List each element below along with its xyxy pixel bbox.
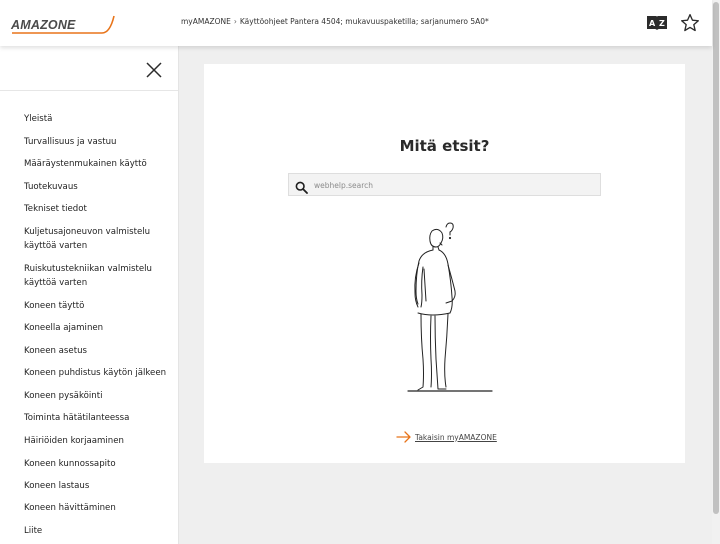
sidebar-item-koneella-ajaminen[interactable]: Koneella ajaminen	[24, 321, 174, 335]
search-input[interactable]	[314, 177, 594, 193]
sidebar-item-turvallisuus[interactable]: Turvallisuus ja vastuu	[24, 135, 174, 149]
sidebar-item-hairioiden-korjaaminen[interactable]: Häiriöiden korjaaminen	[24, 434, 174, 448]
breadcrumb-separator: ›	[233, 17, 237, 26]
sidebar-item-toiminta-hatatilanteessa[interactable]: Toiminta hätätilanteessa	[24, 411, 174, 425]
sidebar-item-tuotekuvaus[interactable]: Tuotekuvaus	[24, 180, 174, 194]
breadcrumb: myAMAZONE › Käyttöohjeet Pantera 4504; muk…	[181, 17, 489, 26]
sidebar-item-tekniset-tiedot[interactable]: Tekniset tiedot	[24, 202, 174, 216]
search-box[interactable]	[288, 173, 601, 196]
search-card: Mitä etsit? webhelp.search Takaisin myAM…	[204, 64, 685, 463]
top-header: AMAZONE myAMAZONE › Käyttöohjeet Pantera 4…	[0, 0, 712, 46]
sidebar-item-yleista[interactable]: Yleistä	[24, 112, 174, 126]
svg-text:A: A	[649, 19, 656, 28]
search-icon	[295, 179, 308, 194]
close-icon[interactable]	[144, 60, 164, 80]
breadcrumb-item-myamazone[interactable]: myAMAZONE	[181, 17, 231, 26]
sidebar-item-kuljetusajoneuvon[interactable]: Kuljetusajoneuvon valmistelu käyttöä var…	[24, 225, 174, 253]
sidebar-item-koneen-asetus[interactable]: Koneen asetus	[24, 344, 174, 358]
thinking-person-illustration	[394, 219, 494, 399]
sidebar-item-koneen-havittaminen[interactable]: Koneen hävittäminen	[24, 501, 174, 515]
sidebar-item-koneen-puhdistus[interactable]: Koneen puhdistus käytön jälkeen	[24, 366, 174, 380]
sidebar-item-koneen-lastaus[interactable]: Koneen lastaus	[24, 479, 174, 493]
back-to-myamazone-link[interactable]: Takaisin myAMAZONE	[396, 431, 497, 443]
scrollbar-thumb[interactable]	[713, 2, 719, 514]
language-dictionary-icon[interactable]: A Z	[645, 11, 669, 35]
sidebar-item-liite[interactable]: Liite	[24, 524, 174, 538]
page-scrollbar[interactable]	[712, 0, 720, 544]
svg-text:Z: Z	[659, 19, 665, 28]
breadcrumb-item-manual[interactable]: Käyttöohjeet Pantera 4504; mukavuuspaket…	[240, 17, 489, 26]
sidebar-item-ruiskutustekniikan[interactable]: Ruiskutustekniikan valmistelu käyttöä va…	[24, 262, 174, 290]
page-title: Mitä etsit?	[399, 137, 490, 155]
sidebar: Yleistä Turvallisuus ja vastuu Määräyste…	[0, 46, 179, 544]
sidebar-top-bar	[0, 46, 178, 91]
svg-text:AMAZONE: AMAZONE	[10, 18, 76, 32]
sidebar-item-koneen-taytto[interactable]: Koneen täyttö	[24, 299, 174, 313]
star-icon[interactable]	[678, 11, 702, 35]
back-link-label[interactable]: Takaisin myAMAZONE	[415, 433, 497, 442]
sidebar-item-koneen-pysakointi[interactable]: Koneen pysäköinti	[24, 389, 174, 403]
amazone-logo[interactable]: AMAZONE	[10, 12, 118, 38]
sidebar-item-maaraystenmukainen[interactable]: Määräystenmukainen käyttö	[24, 157, 174, 171]
arrow-right-icon	[396, 431, 412, 443]
sidebar-item-koneen-kunnossapito[interactable]: Koneen kunnossapito	[24, 457, 174, 471]
main-content: Mitä etsit? webhelp.search Takaisin myAM…	[179, 46, 712, 544]
